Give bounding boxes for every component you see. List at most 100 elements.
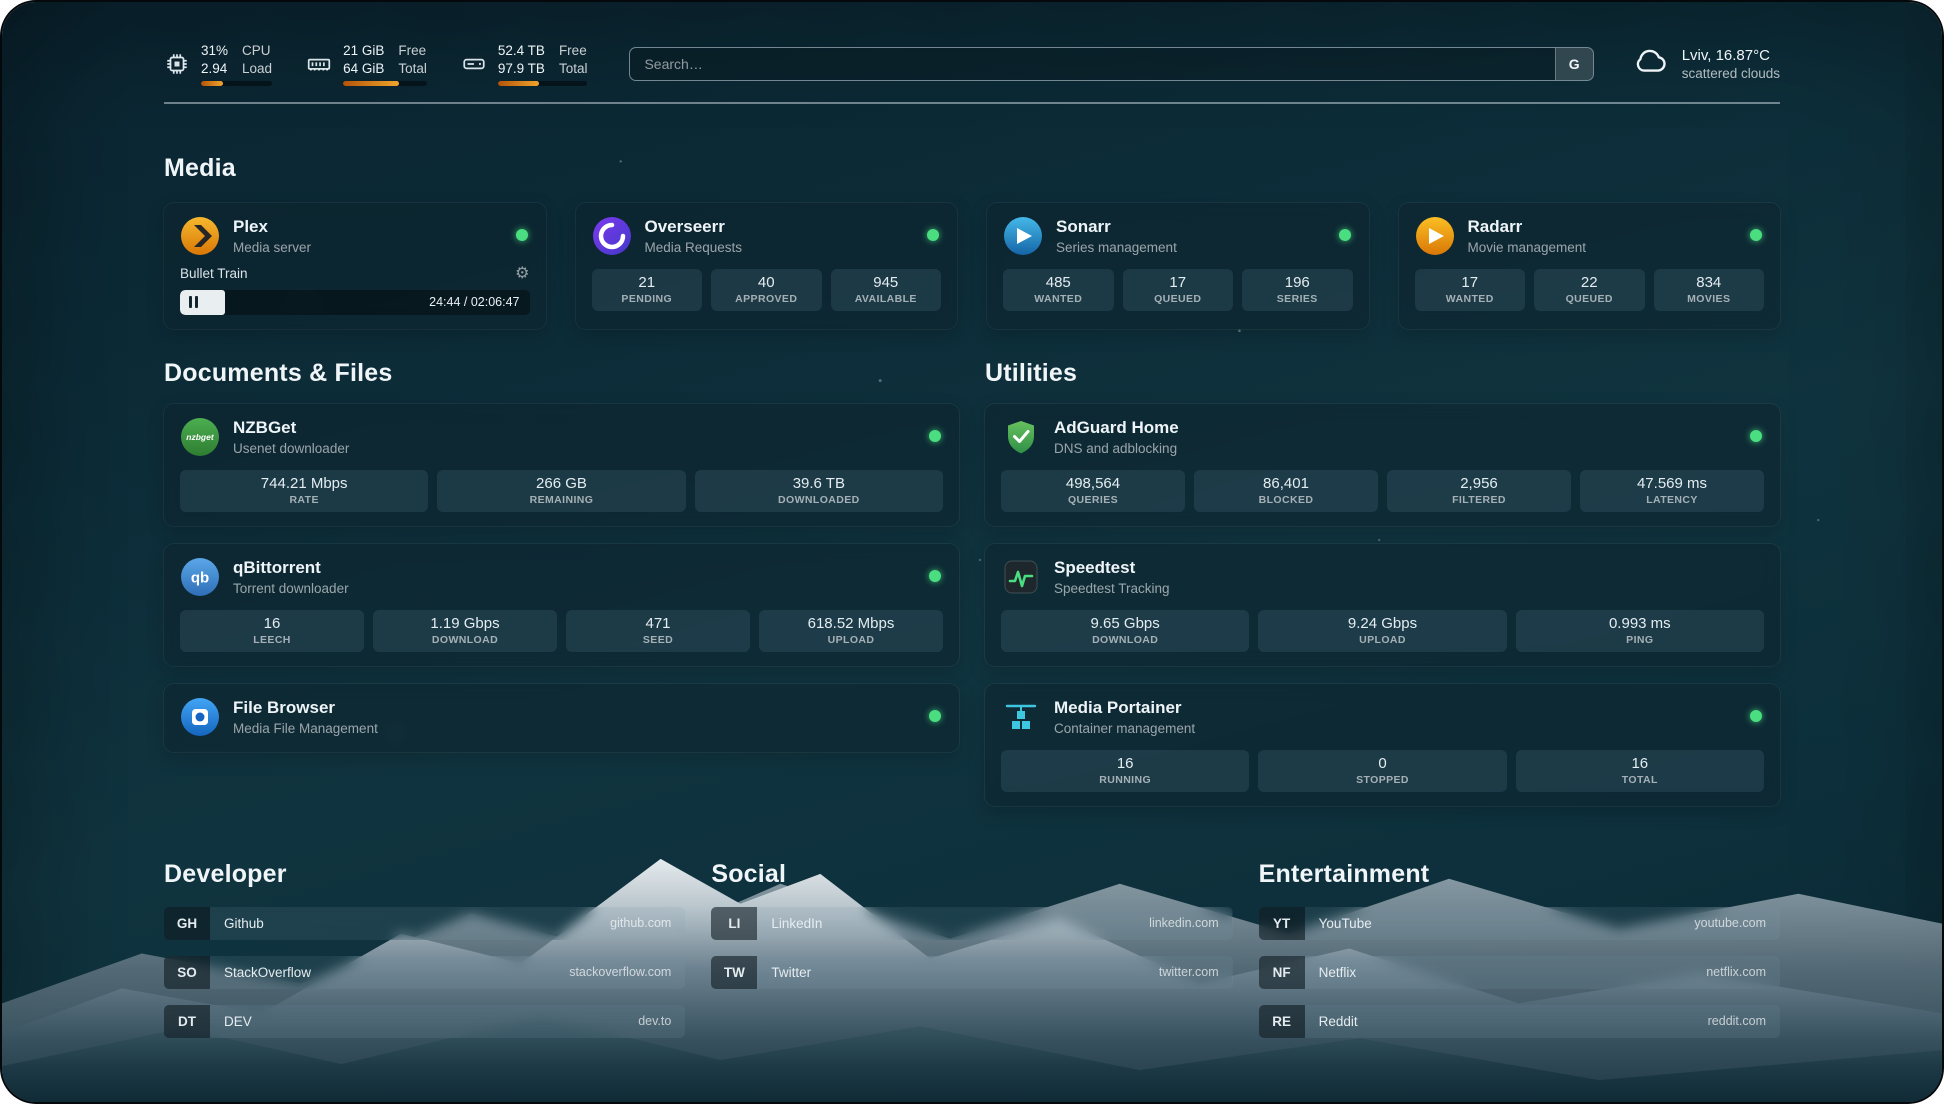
section-entertainment: Entertainment YT YouTube youtube.com NF … (1259, 860, 1780, 1038)
stat-approved: 40 APPROVED (711, 269, 822, 311)
stat-series: 196 SERIES (1242, 269, 1353, 311)
header-divider (164, 102, 1780, 104)
stat-filtered: 2,956 FILTERED (1387, 470, 1571, 512)
service-name: Overseerr (645, 217, 743, 237)
service-card-adguard[interactable]: AdGuard Home DNS and adblocking 498,564 … (985, 404, 1780, 526)
service-description: Torrent downloader (233, 581, 349, 596)
bookmark-dev[interactable]: DT DEV dev.to (164, 1005, 685, 1038)
stat-download: 1.19 Gbps DOWNLOAD (373, 610, 557, 652)
service-card-filebrowser[interactable]: File Browser Media File Management (164, 684, 959, 752)
system-widgets: 31% 2.94 CPU Load (164, 42, 587, 86)
service-name: Sonarr (1056, 217, 1177, 237)
section-utilities: Utilities (985, 359, 1780, 806)
stat-queries: 498,564 QUERIES (1001, 470, 1185, 512)
service-name: Radarr (1468, 217, 1587, 237)
service-name: NZBGet (233, 418, 349, 438)
search-provider-button[interactable]: G (1555, 48, 1593, 80)
stat-total: 16 TOTAL (1516, 750, 1764, 792)
bookmark-abbr: NF (1259, 956, 1305, 989)
service-name: File Browser (233, 698, 378, 718)
bookmark-url: reddit.com (1708, 1014, 1766, 1028)
service-card-sonarr[interactable]: Sonarr Series management 485 WANTED 17 Q… (987, 203, 1369, 329)
cpu-usage-bar (201, 81, 272, 86)
bookmark-github[interactable]: GH Github github.com (164, 907, 685, 940)
now-playing-title: Bullet Train (180, 266, 248, 281)
service-description: Media server (233, 240, 311, 255)
service-card-plex[interactable]: Plex Media server Bullet Train ⚙ 24:44 /… (164, 203, 546, 329)
stat-queued: 17 QUEUED (1123, 269, 1234, 311)
bookmark-twitter[interactable]: TW Twitter twitter.com (711, 956, 1232, 989)
memory-icon (306, 51, 332, 77)
stat-movies: 834 MOVIES (1654, 269, 1765, 311)
service-description: Media Requests (645, 240, 743, 255)
service-card-radarr[interactable]: Radarr Movie management 17 WANTED 22 QUE… (1399, 203, 1781, 329)
bookmark-abbr: DT (164, 1005, 210, 1038)
sonarr-icon (1003, 216, 1043, 256)
playback-time: 24:44 / 02:06:47 (429, 295, 519, 309)
status-dot (516, 229, 528, 241)
service-name: qBittorrent (233, 558, 349, 578)
service-card-portainer[interactable]: Media Portainer Container management 16 … (985, 684, 1780, 806)
stat-pending: 21 PENDING (592, 269, 703, 311)
status-dot (929, 710, 941, 722)
section-title-developer: Developer (164, 860, 685, 889)
memory-usage-bar-fill (343, 81, 399, 86)
bookmark-abbr: TW (711, 956, 757, 989)
bookmark-linkedin[interactable]: LI LinkedIn linkedin.com (711, 907, 1232, 940)
gear-icon[interactable]: ⚙ (515, 266, 529, 282)
status-dot (929, 570, 941, 582)
weather-condition: scattered clouds (1682, 66, 1780, 81)
qbittorrent-icon: qb (180, 557, 220, 597)
bookmark-url: linkedin.com (1149, 916, 1218, 930)
service-name: Speedtest (1054, 558, 1170, 578)
disk-usage-bar (498, 81, 588, 86)
bookmark-url: netflix.com (1706, 965, 1766, 979)
adguard-icon (1001, 417, 1041, 457)
bookmark-name: YouTube (1319, 916, 1372, 931)
pause-icon[interactable] (189, 296, 198, 308)
disk-free-value: 52.4 TB (498, 42, 545, 60)
bookmark-url: stackoverflow.com (569, 965, 671, 979)
cpu-widget: 31% 2.94 CPU Load (164, 42, 272, 86)
disk-free-label: Free (559, 42, 588, 60)
service-description: Movie management (1468, 240, 1587, 255)
service-card-speedtest[interactable]: Speedtest Speedtest Tracking 9.65 Gbps D… (985, 544, 1780, 666)
svg-text:nzbget: nzbget (186, 432, 215, 442)
bookmark-abbr: SO (164, 956, 210, 989)
bookmark-youtube[interactable]: YT YouTube youtube.com (1259, 907, 1780, 940)
bookmark-url: dev.to (638, 1014, 671, 1028)
weather-widget[interactable]: Lviv, 16.87°C scattered clouds (1632, 42, 1780, 85)
memory-free-value: 21 GiB (343, 42, 384, 60)
stat-available: 945 AVAILABLE (831, 269, 942, 311)
service-card-nzbget[interactable]: nzbget NZBGet Usenet downloader 74 (164, 404, 959, 526)
bookmark-netflix[interactable]: NF Netflix netflix.com (1259, 956, 1780, 989)
cpu-load-label: Load (242, 60, 272, 78)
cloud-icon (1632, 42, 1670, 85)
disk-usage-bar-fill (498, 81, 539, 86)
weather-location: Lviv, 16.87°C (1682, 47, 1780, 64)
stat-blocked: 86,401 BLOCKED (1194, 470, 1378, 512)
service-description: Usenet downloader (233, 441, 349, 456)
svg-text:qb: qb (191, 569, 209, 586)
service-name: AdGuard Home (1054, 418, 1179, 438)
bookmark-name: StackOverflow (224, 965, 311, 980)
nzbget-icon: nzbget (180, 417, 220, 457)
stat-running: 16 RUNNING (1001, 750, 1249, 792)
bookmark-name: Github (224, 916, 264, 931)
bookmark-name: Netflix (1319, 965, 1357, 980)
disk-total-value: 97.9 TB (498, 60, 545, 78)
bookmark-url: github.com (610, 916, 671, 930)
search-input[interactable] (630, 48, 1554, 80)
disk-icon (461, 51, 487, 77)
bookmark-reddit[interactable]: RE Reddit reddit.com (1259, 1005, 1780, 1038)
service-description: Series management (1056, 240, 1177, 255)
service-description: DNS and adblocking (1054, 441, 1179, 456)
bookmark-stackoverflow[interactable]: SO StackOverflow stackoverflow.com (164, 956, 685, 989)
service-description: Media File Management (233, 721, 378, 736)
section-documents: Documents & Files nzbget (164, 359, 959, 752)
speedtest-icon (1001, 557, 1041, 597)
memory-free-label: Free (398, 42, 427, 60)
service-description: Container management (1054, 721, 1195, 736)
service-card-qbittorrent[interactable]: qb qBittorrent Torrent downloader (164, 544, 959, 666)
service-card-overseerr[interactable]: Overseerr Media Requests 21 PENDING 40 A… (576, 203, 958, 329)
